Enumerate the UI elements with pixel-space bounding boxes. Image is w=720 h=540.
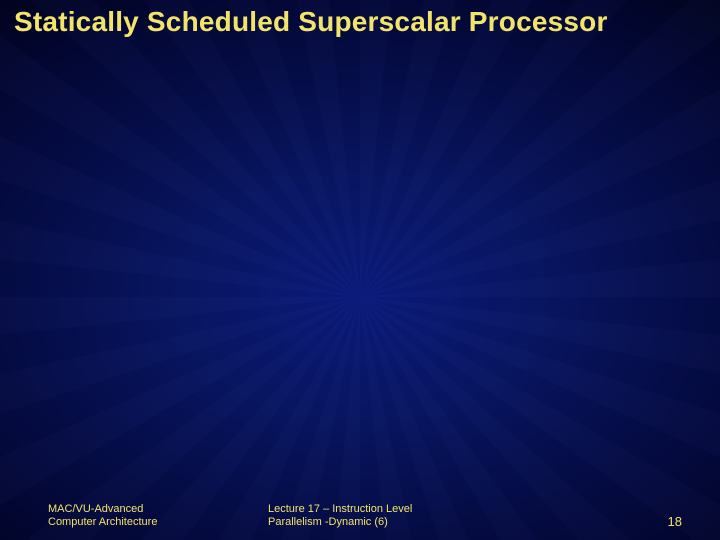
footer-left-line1: MAC/VU-Advanced <box>48 503 218 517</box>
slide: Statically Scheduled Superscalar Process… <box>0 0 720 540</box>
footer-center-line1: Lecture 17 – Instruction Level <box>268 503 508 517</box>
footer-page-number: 18 <box>642 514 682 530</box>
footer-center-line2: Parallelism -Dynamic (6) <box>268 516 508 530</box>
footer-left-line2: Computer Architecture <box>48 516 218 530</box>
footer-left: MAC/VU-Advanced Computer Architecture <box>48 503 218 531</box>
slide-title: Statically Scheduled Superscalar Process… <box>14 6 710 38</box>
footer-center: Lecture 17 – Instruction Level Paralleli… <box>268 503 508 531</box>
background-rays <box>0 0 720 540</box>
